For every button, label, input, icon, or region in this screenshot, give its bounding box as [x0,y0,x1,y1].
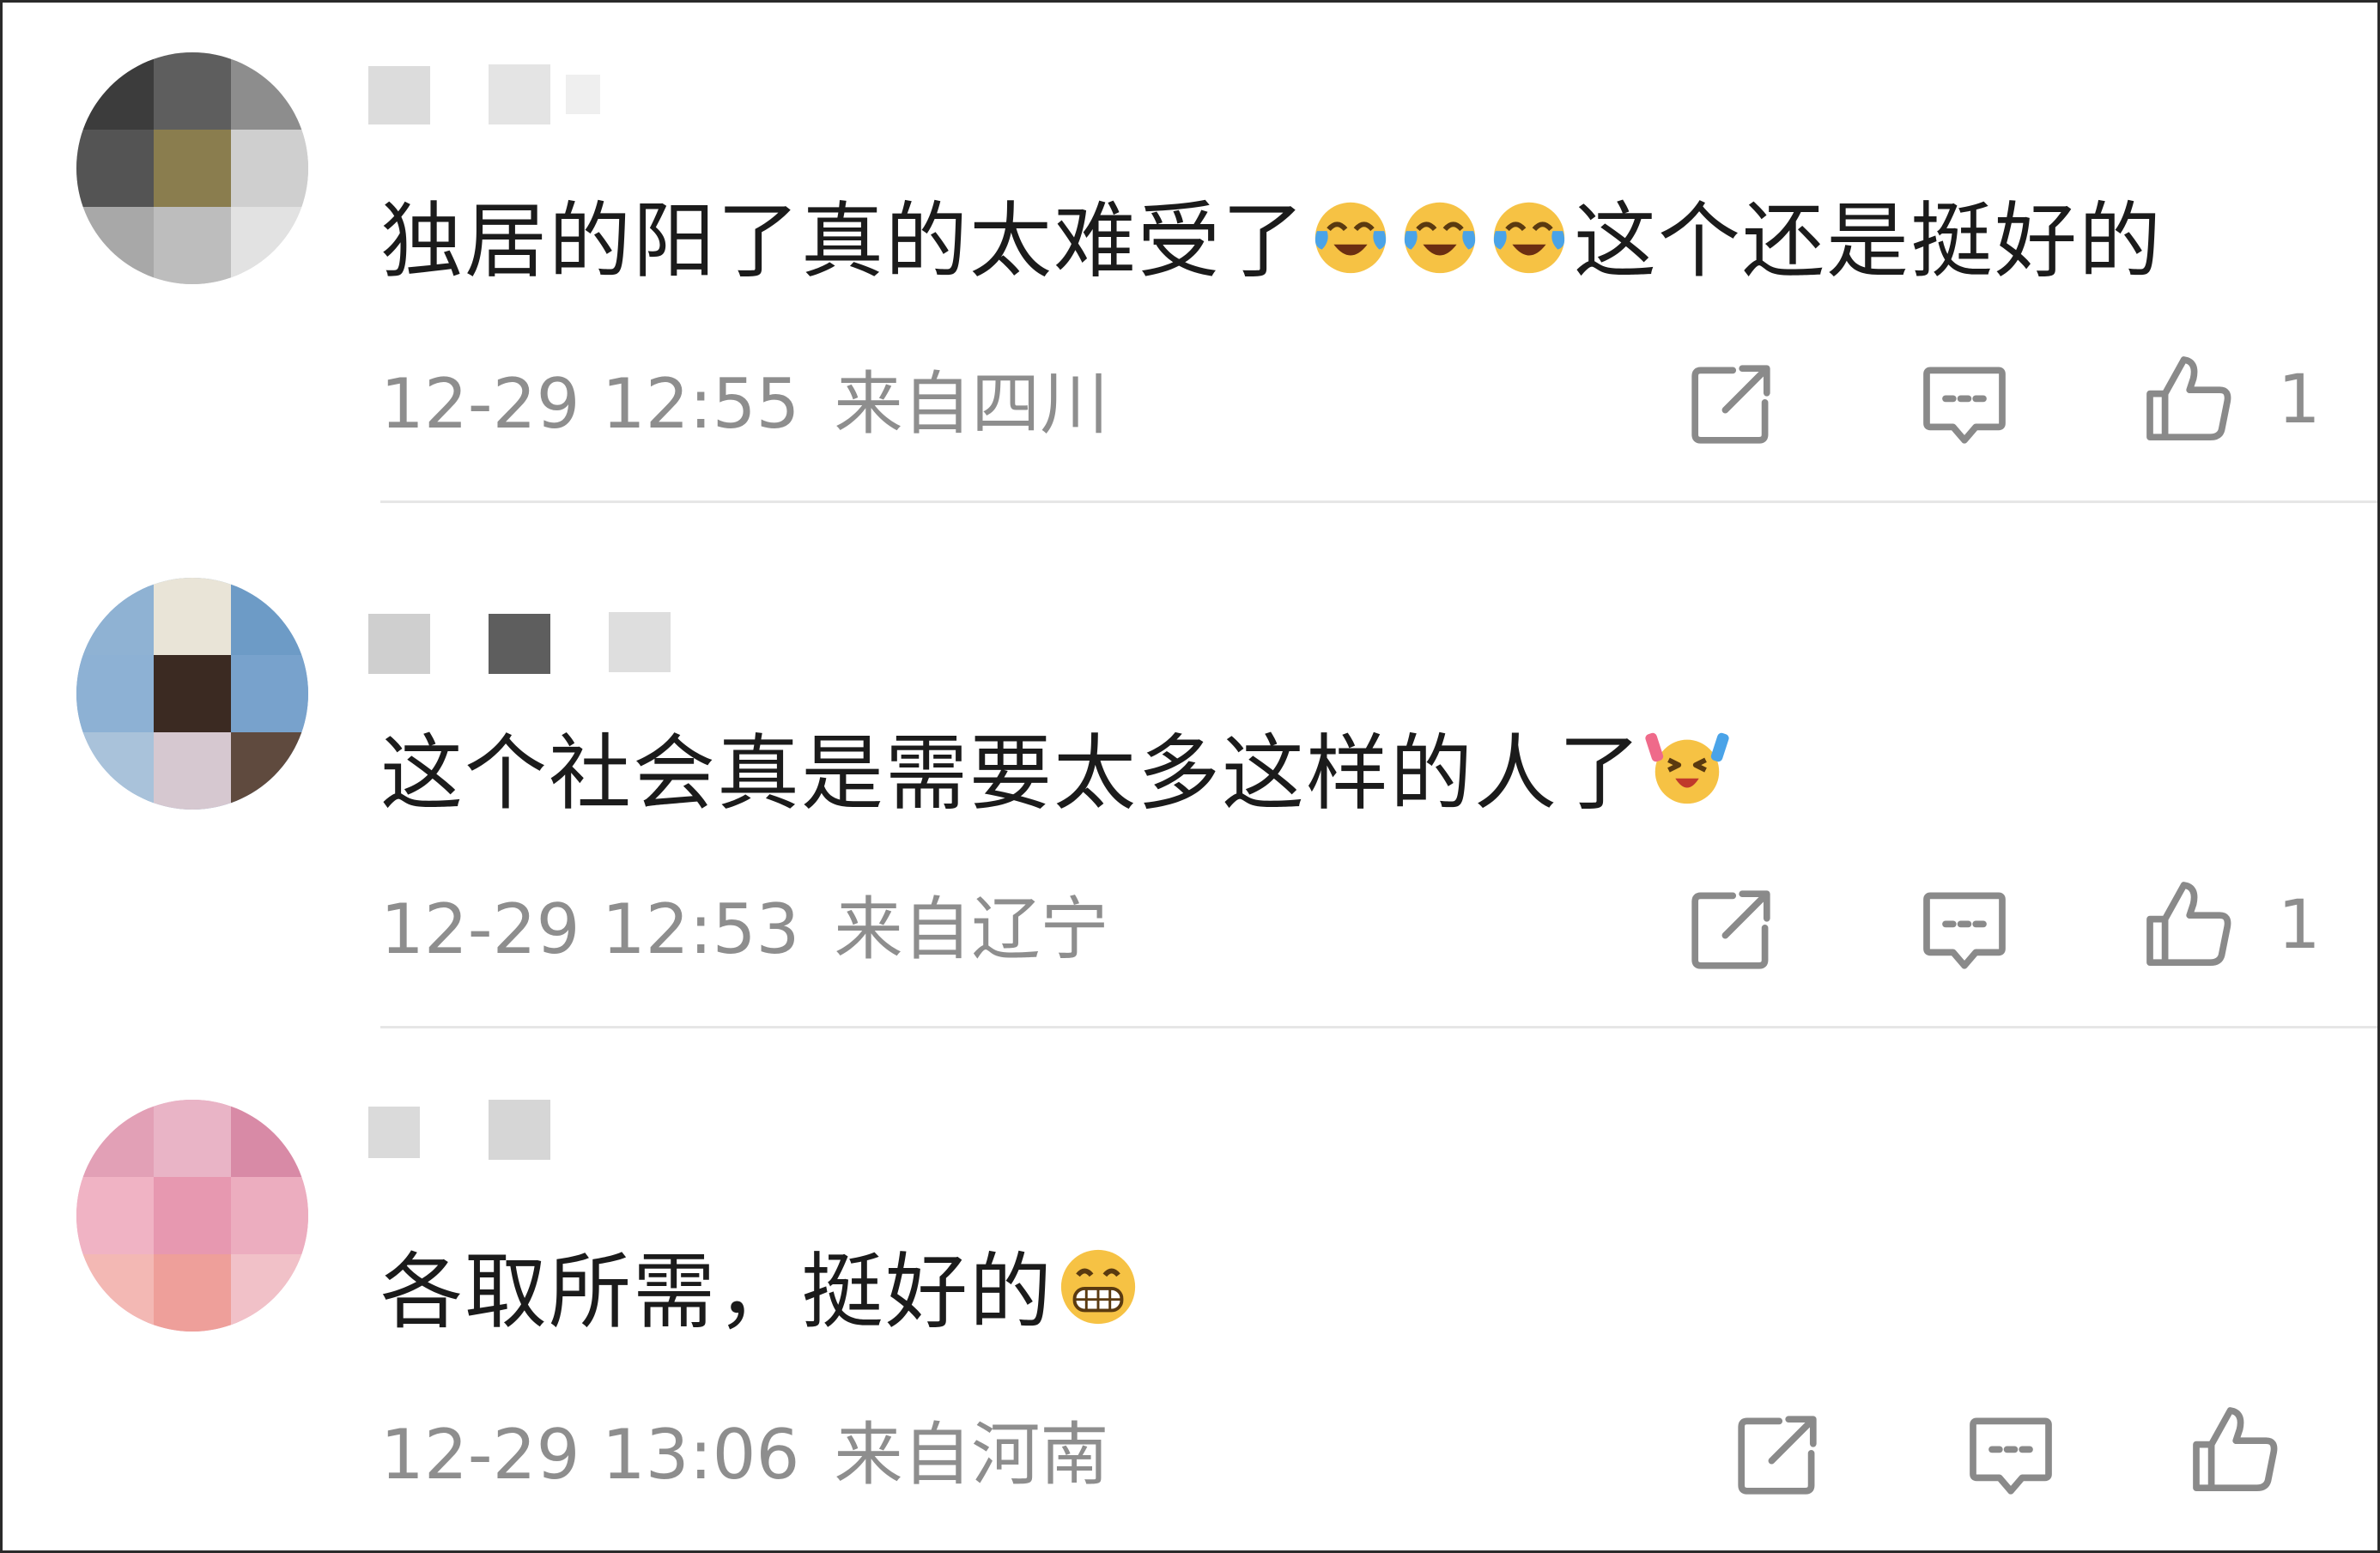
comment-icon[interactable] [1964,1408,2058,1502]
share-icon[interactable] [1684,883,1778,977]
like-count: 1 [2278,361,2321,439]
comment-date: 12-29 12:55 [380,364,800,444]
grin-emoji [1060,1249,1136,1325]
comment-location: 来自四川 [834,364,1109,444]
comment-text: 这个社会真是需要太多这样的人了 [380,722,1732,825]
comment-text-part: 这个还是挺好的 [1574,193,2163,289]
username-obscured[interactable] [368,1098,798,1167]
comment-location: 来自河南 [834,1415,1109,1495]
comment-date: 12-29 13:06 [380,1415,800,1495]
cheer-emoji [1645,732,1729,804]
like-icon[interactable] [2187,1401,2281,1495]
laugh-cry-emoji [1493,202,1565,274]
comment-list: 独居的阳了真的太难受了 这个还是挺好的 12-29 12:55 来自四川 1 这个社… [0,0,2380,1553]
like-icon[interactable] [2140,350,2235,445]
comment-icon[interactable] [1917,883,2012,977]
laugh-cry-emoji [1404,202,1476,274]
avatar[interactable] [76,578,308,810]
comment-location: 来自辽宁 [834,889,1109,969]
comment-text: 各取所需，挺好的 [380,1241,1143,1344]
comment-text-part: 这个社会真是需要太多这样的人了 [380,725,1642,822]
comment-item: 独居的阳了真的太难受了 这个还是挺好的 12-29 12:55 来自四川 1 [3,3,2377,528]
comment-icon[interactable] [1917,357,2012,452]
username-obscured[interactable] [368,612,798,681]
laugh-cry-emoji [1314,202,1387,274]
comment-meta: 12-29 13:06 来自河南 [380,1412,1108,1498]
comment-item: 这个社会真是需要太多这样的人了 12-29 12:53 来自辽宁 1 [3,528,2377,1053]
comment-text-part: 各取所需，挺好的 [380,1244,1053,1340]
divider [380,500,2377,503]
share-icon[interactable] [1684,357,1778,452]
share-icon[interactable] [1730,1408,1824,1502]
comment-text: 独居的阳了真的太难受了 这个还是挺好的 [380,190,2163,293]
divider [380,1026,2377,1028]
comment-text-part: 独居的阳了真的太难受了 [380,193,1306,289]
comment-meta: 12-29 12:55 来自四川 [380,361,1108,447]
username-obscured[interactable] [368,63,798,131]
like-icon[interactable] [2140,876,2235,970]
avatar[interactable] [76,52,308,284]
comment-item: 各取所需，挺好的 12-29 13:06 来自河南 [3,1053,2377,1553]
like-count: 1 [2278,887,2321,964]
comment-meta: 12-29 12:53 来自辽宁 [380,887,1108,973]
comment-date: 12-29 12:53 [380,889,800,969]
avatar[interactable] [76,1100,308,1332]
